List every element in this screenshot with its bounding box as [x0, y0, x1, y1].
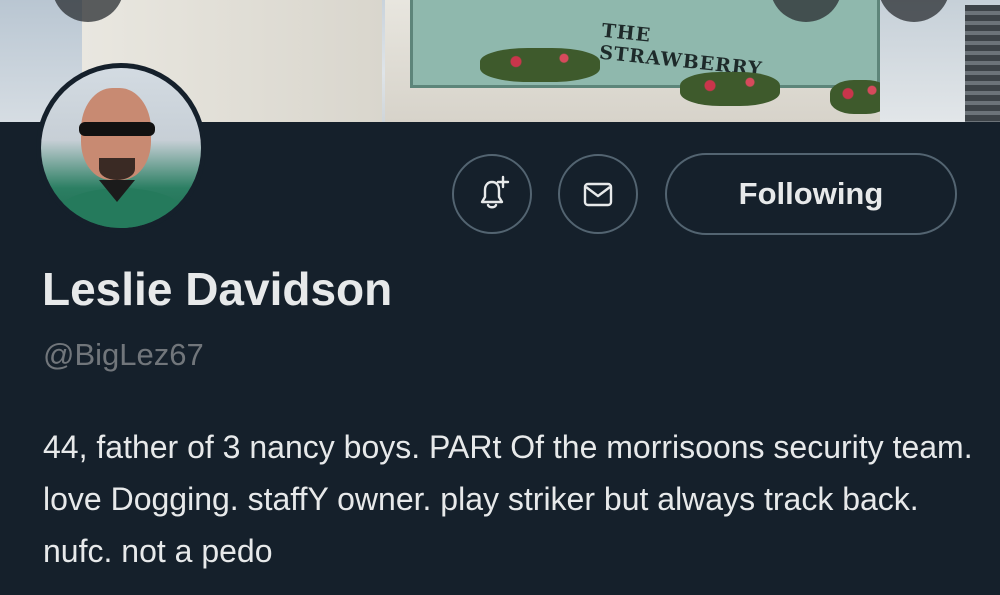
flower-basket: [480, 48, 600, 82]
flower-basket: [680, 72, 780, 106]
bell-plus-icon: [480, 175, 510, 209]
avatar-sunglasses: [79, 122, 155, 136]
following-button[interactable]: Following: [665, 153, 957, 235]
avatar-photo: [41, 68, 201, 228]
profile-bio: 44, father of 3 nancy boys. PARt Of the …: [43, 429, 973, 569]
envelope-icon: [583, 182, 613, 207]
message-button[interactable]: [558, 154, 638, 234]
avatar-beard: [99, 158, 135, 180]
banner-tower: [965, 5, 1000, 122]
display-name: Leslie Davidson: [42, 263, 393, 315]
user-handle: @BigLez67: [43, 337, 204, 372]
avatar[interactable]: [36, 63, 206, 233]
notify-button[interactable]: [452, 154, 532, 234]
